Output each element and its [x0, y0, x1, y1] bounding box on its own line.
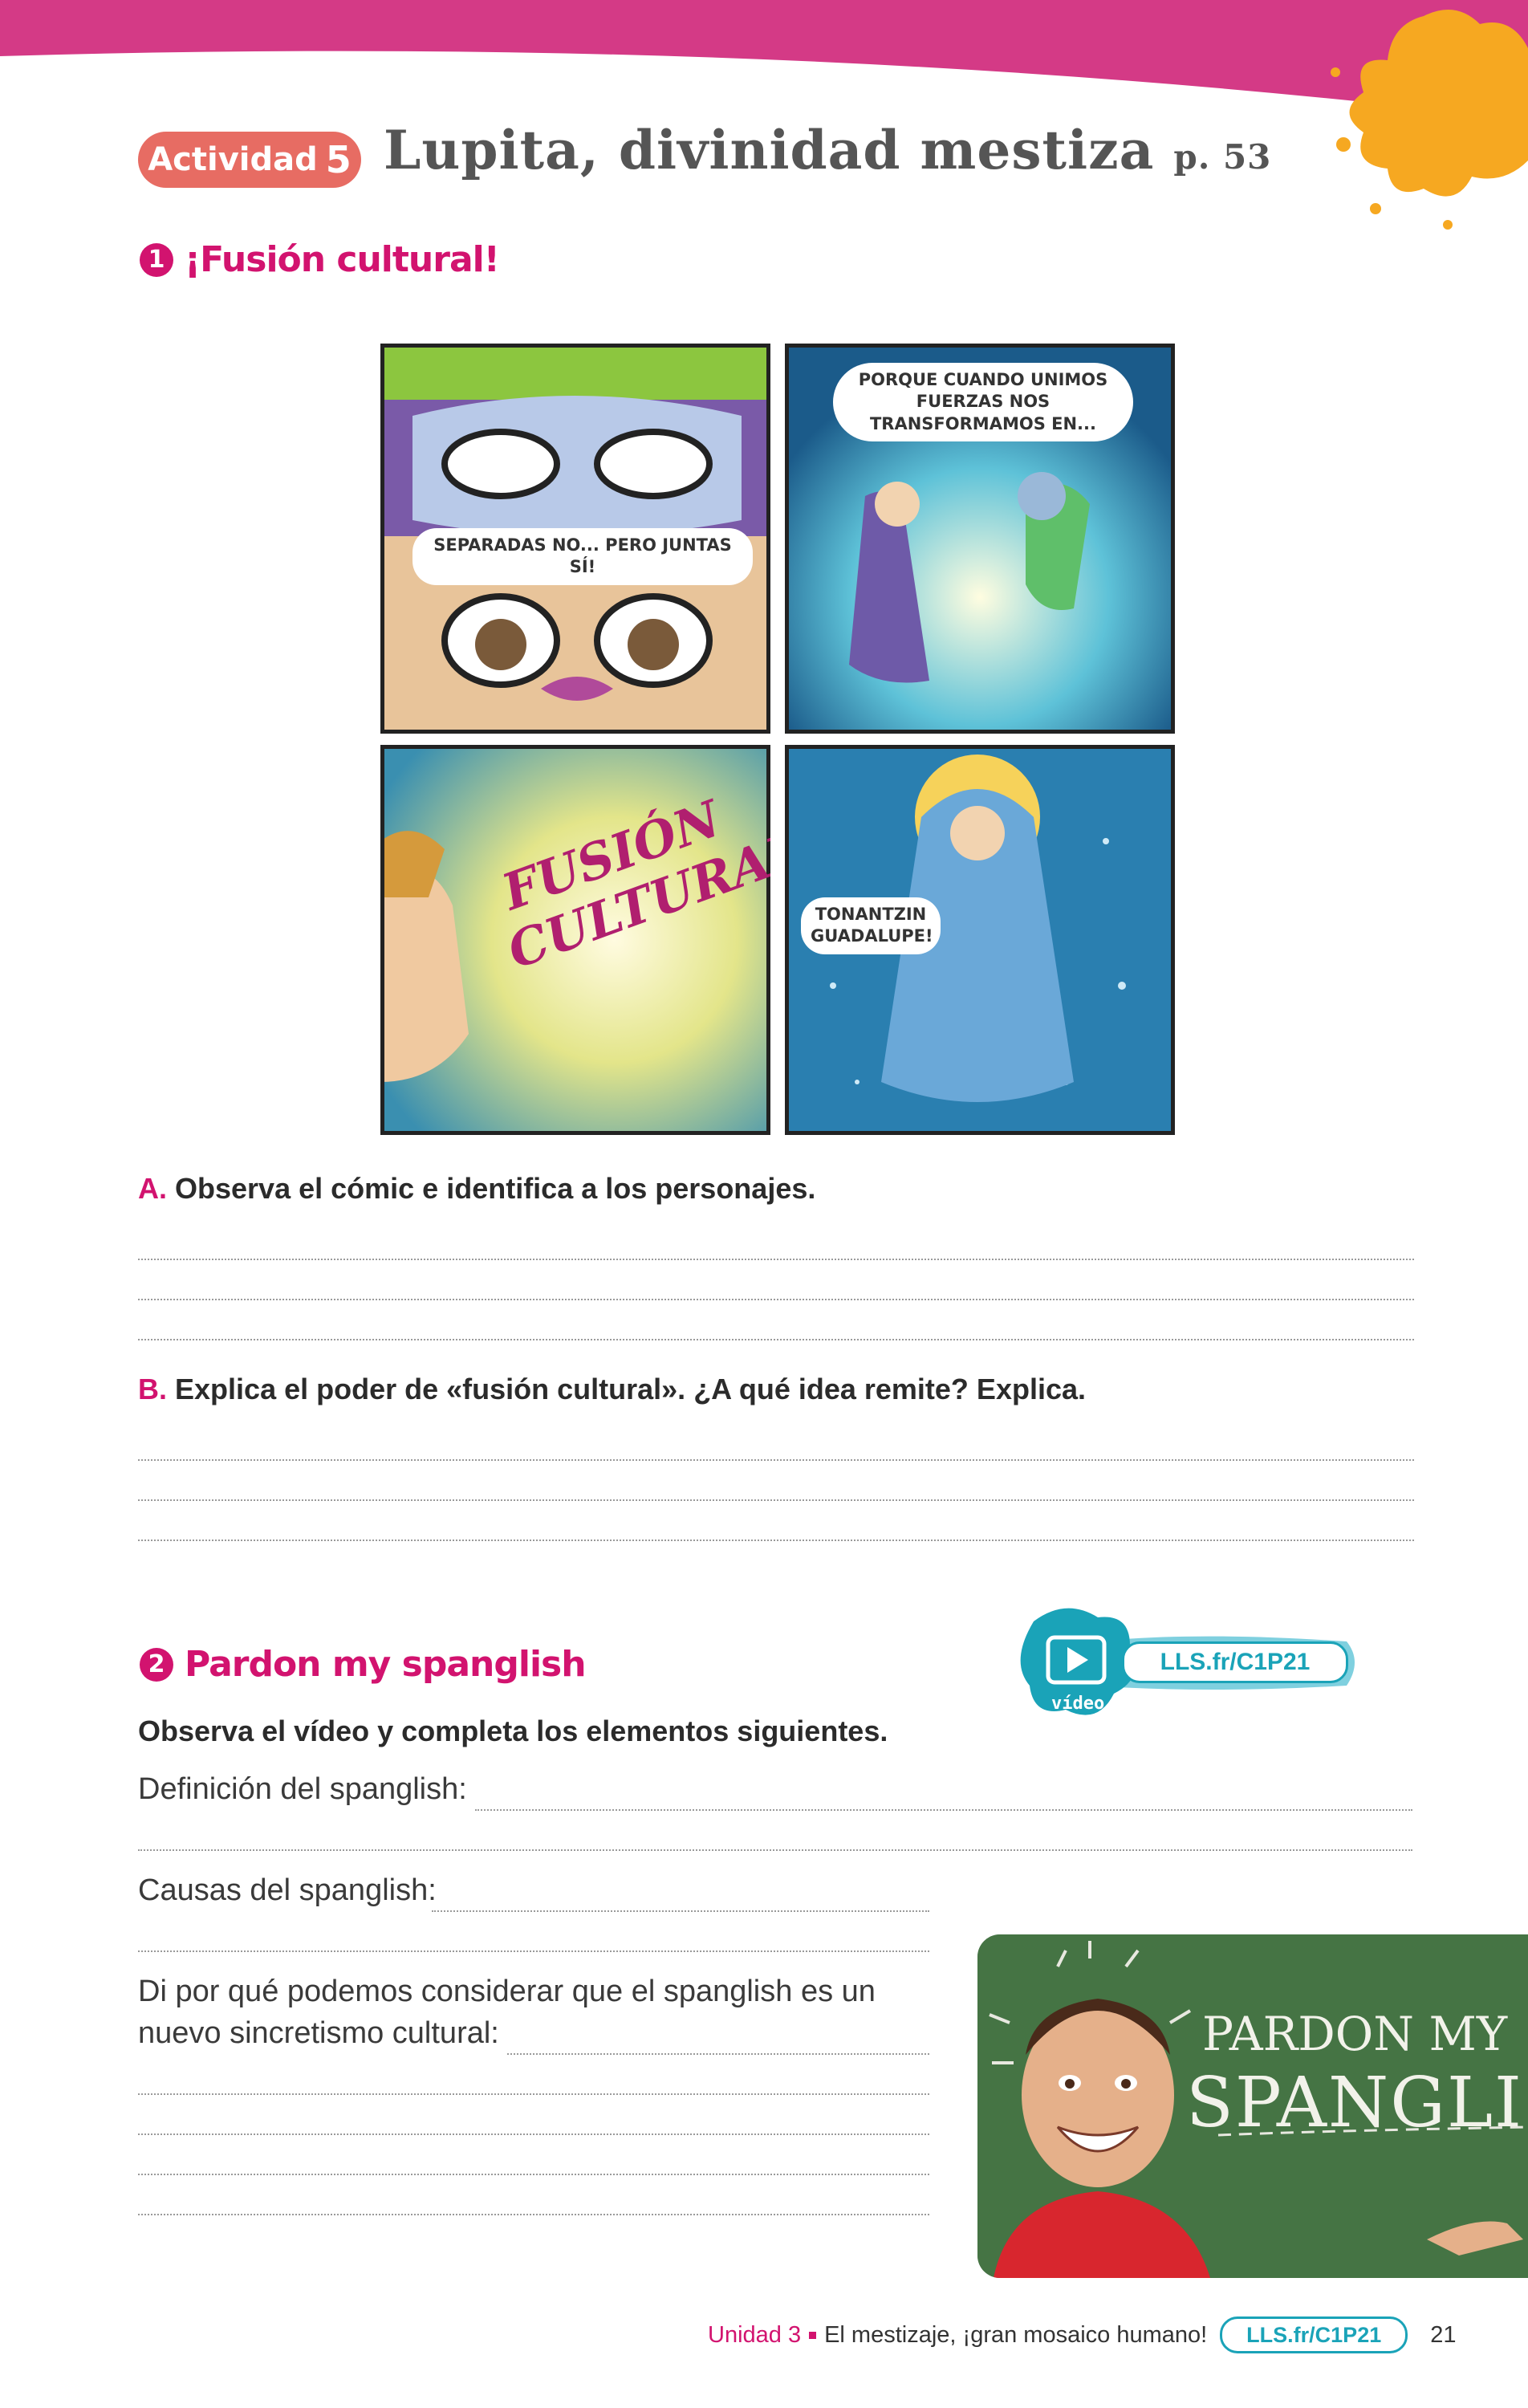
- section2-title: Pardon my spanglish: [185, 1644, 587, 1685]
- panel4-speech-bubble: TONANTZIN GUADALUPE!: [801, 897, 941, 954]
- activity-badge: Actividad 5: [138, 132, 361, 188]
- question-b-text: Explica el poder de «fusión cultural». ¿…: [175, 1373, 1086, 1405]
- answer-a-line-3[interactable]: [138, 1339, 1414, 1340]
- section1-number: 1: [140, 242, 173, 277]
- definition-label: Definición del spanglish:: [138, 1772, 467, 1806]
- activity-title: Lupita, divinidad mestiza: [384, 119, 1155, 181]
- video-badge[interactable]: vídeo LLS.fr/C1P21: [1010, 1597, 1363, 1734]
- question-a-text: Observa el cómic e identifica a los pers…: [175, 1172, 816, 1205]
- why-line-1[interactable]: [507, 2053, 929, 2055]
- why-line-3[interactable]: [138, 2133, 929, 2135]
- footer-unit: Unidad 3: [708, 2321, 802, 2348]
- comic-panel-3: FUSIÓN CULTURAL: [380, 745, 770, 1135]
- comic-strip: SEPARADAS NO... PERO JUNTAS SÍ! PORQUE C…: [380, 344, 1175, 1135]
- section1-title: ¡Fusión cultural!: [185, 239, 500, 280]
- question-a: A. Observa el cómic e identifica a los p…: [138, 1172, 815, 1206]
- spanglish-video-photo: PARDON MY SPANGLISH: [977, 1934, 1528, 2278]
- answer-a-line-2[interactable]: [138, 1299, 1414, 1300]
- definition-line-1[interactable]: [475, 1809, 1412, 1811]
- why-line-5[interactable]: [138, 2214, 929, 2215]
- why-label-line2: nuevo sincretismo cultural:: [138, 2016, 499, 2050]
- causes-line-2[interactable]: [138, 1950, 929, 1952]
- why-line-2[interactable]: [138, 2093, 929, 2095]
- section1-heading: 1 ¡Fusión cultural!: [140, 239, 500, 280]
- why-line-4[interactable]: [138, 2174, 929, 2175]
- comic-panel-4: TONANTZIN GUADALUPE!: [785, 745, 1175, 1135]
- footer-separator: [809, 2331, 817, 2339]
- question-b: B. Explica el poder de «fusión cultural»…: [138, 1373, 1086, 1406]
- page-number: 21: [1430, 2321, 1457, 2348]
- definition-line-2[interactable]: [138, 1849, 1412, 1851]
- board-text-line2: SPANGLISH: [1186, 2063, 1528, 2143]
- answer-b-line-1[interactable]: [138, 1459, 1414, 1461]
- causes-line-1[interactable]: [432, 1910, 929, 1912]
- answer-b-line-3[interactable]: [138, 1540, 1414, 1541]
- activity-label: Actividad: [148, 141, 318, 178]
- footer-unit-title: El mestizaje, ¡gran mosaico humano!: [824, 2321, 1208, 2348]
- section2-number: 2: [140, 1647, 173, 1682]
- why-label-line1: Di por qué podemos considerar que el spa…: [138, 1975, 876, 2008]
- page-reference: p. 53: [1173, 137, 1272, 177]
- section2-heading: 2 Pardon my spanglish: [140, 1644, 587, 1685]
- comic-panel-2: PORQUE CUANDO UNIMOS FUERZAS NOS TRANSFO…: [785, 344, 1175, 734]
- footer-link[interactable]: LLS.fr/C1P21: [1220, 2316, 1408, 2353]
- page-title: Lupita, divinidad mestiza p. 53: [384, 119, 1271, 181]
- page-footer: Unidad 3 El mestizaje, ¡gran mosaico hum…: [708, 2316, 1456, 2353]
- answer-b-line-2[interactable]: [138, 1499, 1414, 1501]
- question-a-letter: A.: [138, 1172, 167, 1205]
- video-link[interactable]: LLS.fr/C1P21: [1122, 1641, 1348, 1683]
- causes-label: Causas del spanglish:: [138, 1873, 437, 1907]
- panel2-speech-bubble: PORQUE CUANDO UNIMOS FUERZAS NOS TRANSFO…: [833, 363, 1133, 441]
- orange-splash-decoration: [1331, 10, 1528, 230]
- video-label: vídeo: [1051, 1694, 1105, 1714]
- comic-panel-1: SEPARADAS NO... PERO JUNTAS SÍ!: [380, 344, 770, 734]
- answer-a-line-1[interactable]: [138, 1259, 1414, 1260]
- board-text-line1: PARDON MY: [1202, 2007, 1508, 2061]
- panel1-speech-bubble: SEPARADAS NO... PERO JUNTAS SÍ!: [412, 528, 753, 585]
- activity-number: 5: [325, 138, 352, 181]
- section2-instruction: Observa el vídeo y completa los elemento…: [138, 1714, 888, 1747]
- question-b-letter: B.: [138, 1373, 167, 1405]
